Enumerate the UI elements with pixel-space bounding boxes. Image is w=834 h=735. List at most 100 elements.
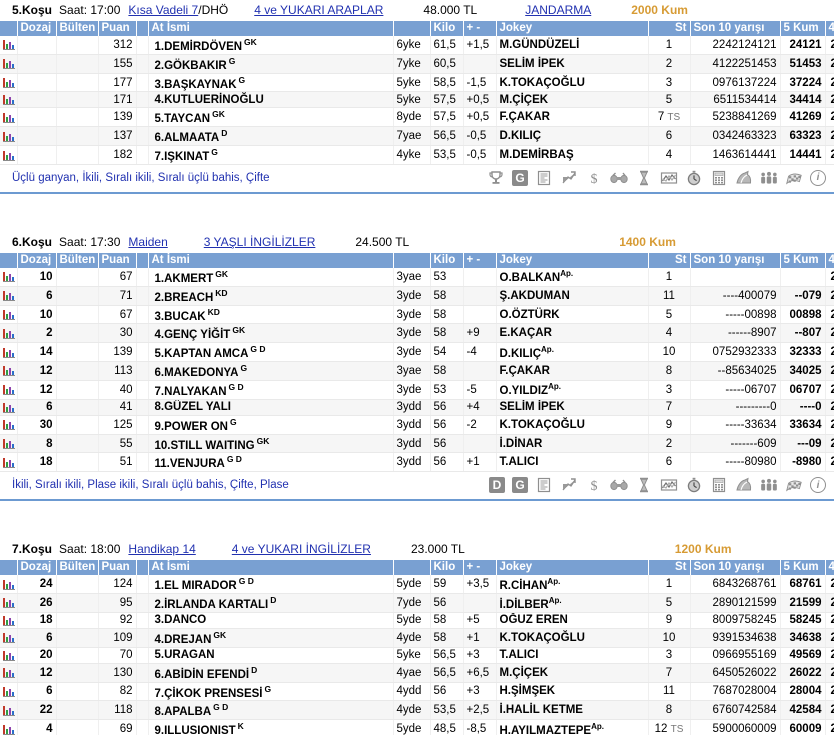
stats-chart-icon[interactable] [0,663,17,682]
cell-horse-name[interactable]: 7.ÇİKOK PRENSESİG [148,682,353,701]
cell-jokey[interactable]: H.ŞİMŞEK [496,682,648,701]
horse-icon[interactable] [735,476,753,494]
race-type-link[interactable]: Handikap 14 [128,542,195,556]
cell-jokey[interactable]: İ.DİNAR [496,434,648,453]
race-category-link[interactable]: 4 ve YUKARI İNGİLİZLER [232,542,371,556]
binoculars-icon[interactable] [610,169,628,187]
table-row[interactable]: 26952.İRLANDA KARTALID7yde56İ.DİLBERAp.5… [0,594,834,613]
hourglass-icon[interactable] [635,169,653,187]
table-row[interactable]: 10671.AKMERTGK3yae53O.BALKANAp.128,6 Ç [0,268,834,286]
cell-jokey[interactable]: M.ÇİÇEK [496,92,648,108]
cell-horse-name[interactable]: 2.GÖKBAKIRG [148,54,353,73]
table-row[interactable]: 1376.ALMAATAD7yae56,5-0,5D.KILIÇ60342463… [0,127,834,146]
col-dozaj[interactable]: Dozaj [17,560,56,575]
cell-horse-name[interactable]: 7.NALYAKANG D [148,380,353,399]
table-row[interactable]: 141395.KAPTAN AMCAG D3yde54-4D.KILIÇAp.1… [0,343,834,362]
cell-horse-name[interactable]: 5.TAYCANGK [148,108,353,127]
results-sheet-icon[interactable] [535,476,553,494]
cell-jokey[interactable]: T.ALICI [496,647,648,663]
g-letter-icon[interactable]: G [512,477,528,493]
cell-horse-name[interactable]: 2.BREACHKD [148,286,353,305]
col-bulten[interactable]: Bülten [56,21,98,36]
cell-horse-name[interactable]: 5.URAGAN [148,647,353,663]
stopwatch-icon[interactable] [685,169,703,187]
cell-jokey[interactable]: M.DEMİRBAŞ [496,146,648,165]
bet-types-text[interactable]: İkili, Sıralı ikili, Plase ikili, Sıralı… [12,479,289,491]
col-5kum[interactable]: 5 Kum [780,21,825,36]
cell-horse-name[interactable]: 11.VENJURAG D [148,453,353,472]
stats-chart-icon[interactable] [0,305,17,324]
stats-chart-icon[interactable] [0,415,17,434]
stats-chart-icon[interactable] [0,720,17,735]
stopwatch-icon[interactable] [685,476,703,494]
g-letter-icon[interactable]: G [512,170,528,186]
cell-horse-name[interactable]: 1.DEMİRDÖVENGK [148,36,353,54]
table-row[interactable]: 6827.ÇİKOK PRENSESİG4ydd56+3H.ŞİMŞEK1176… [0,682,834,701]
col-st[interactable]: St [648,560,690,575]
stats-chart-icon[interactable] [0,434,17,453]
stats-chart-icon[interactable] [0,399,17,415]
table-row[interactable]: 1827.IŞKINATG4yke53,5-0,5M.DEMİRBAŞ41463… [0,146,834,165]
finish-flag-icon[interactable] [785,476,803,494]
cell-jokey[interactable]: D.KILIÇ [496,127,648,146]
d-letter-icon[interactable]: D [489,477,505,493]
col-plusminus[interactable]: + - [463,253,496,268]
col-dozaj[interactable]: Dozaj [17,21,56,36]
col-horse-name[interactable]: At İsmi [148,560,353,575]
cell-horse-name[interactable]: 9.ILLUSIONISTK [148,720,353,735]
trophy-icon[interactable] [487,169,505,187]
cell-jokey[interactable]: H.AYILMAZTEPEAp. [496,720,648,735]
table-row[interactable]: 3121.DEMİRDÖVENGK6yke61,5+1,5M.GÜNDÜZELİ… [0,36,834,54]
table-row[interactable]: 185111.VENJURAG D3ydd56+1T.ALICI6-----80… [0,453,834,472]
stats-chart-icon[interactable] [0,36,17,54]
people-icon[interactable] [760,476,778,494]
table-row[interactable]: 221188.APALBAG D4yde53,5+2,5İ.HALİL KETM… [0,701,834,720]
col-horse-name[interactable]: At İsmi [148,253,353,268]
info-icon[interactable]: i [810,170,826,186]
col-son10[interactable]: Son 10 yarışı [690,21,780,36]
stats-chart-icon[interactable] [0,647,17,663]
table-row[interactable]: 1714.KUTLUERİNOĞLU5yke57,5+0,5M.ÇİÇEK565… [0,92,834,108]
cell-jokey[interactable]: O.BALKANAp. [496,268,648,286]
col-5kum[interactable]: 5 Kum [780,560,825,575]
cell-jokey[interactable]: M.ÇİÇEK [496,663,648,682]
stats-chart-icon[interactable] [0,54,17,73]
cell-horse-name[interactable]: 9.POWER ONG [148,415,353,434]
stats-chart-icon[interactable] [0,701,17,720]
cell-horse-name[interactable]: 6.MAKEDONYAG [148,362,353,381]
table-row[interactable]: 4699.ILLUSIONISTK5yde48,5-8,5H.AYILMAZTE… [0,720,834,735]
cell-horse-name[interactable]: 1.EL MIRADORG D [148,575,353,593]
cell-jokey[interactable]: E.KAÇAR [496,324,648,343]
race-sponsor-link[interactable]: JANDARMA [525,3,591,17]
cell-jokey[interactable]: O.YILDIZAp. [496,380,648,399]
col-son10[interactable]: Son 10 yarışı [690,560,780,575]
chart-line-icon[interactable] [660,169,678,187]
col-puan[interactable]: Puan [98,21,136,36]
stats-chart-icon[interactable] [0,575,17,593]
stats-chart-icon[interactable] [0,380,17,399]
table-row[interactable]: 121136.MAKEDONYAG3yae58F.ÇAKAR8--8563402… [0,362,834,381]
cell-horse-name[interactable]: 6.ABİDİN EFENDİD [148,663,353,682]
bet-types-text[interactable]: Üçlü ganyan, İkili, Sıralı ikili, Sıralı… [12,172,270,184]
cell-horse-name[interactable]: 6.ALMAATAD [148,127,353,146]
col-puan[interactable]: Puan [98,560,136,575]
cell-horse-name[interactable]: 3.DANCO [148,612,353,628]
col-400m[interactable]: 400m G. [825,21,834,36]
cell-horse-name[interactable]: 8.APALBAG D [148,701,353,720]
table-row[interactable]: 85510.STILL WAITINGGK3ydd56İ.DİNAR2-----… [0,434,834,453]
cell-jokey[interactable]: K.TOKAÇOĞLU [496,73,648,92]
table-row[interactable]: 1773.BAŞKAYNAKG5yke58,5-1,5K.TOKAÇOĞLU30… [0,73,834,92]
cell-jokey[interactable]: M.GÜNDÜZELİ [496,36,648,54]
cell-jokey[interactable]: SELİM İPEK [496,399,648,415]
cell-horse-name[interactable]: 8.GÜZEL YALI [148,399,353,415]
horse-icon[interactable] [735,169,753,187]
dollar-icon[interactable]: $ [585,476,603,494]
table-row[interactable]: 241241.EL MIRADORG D5yde59+3,5R.CİHANAp.… [0,575,834,593]
race-type-link[interactable]: Maiden [128,235,167,249]
col-jokey[interactable]: Jokey [496,560,648,575]
table-row[interactable]: 1552.GÖKBAKIRG7yke60,5SELİM İPEK24122251… [0,54,834,73]
cell-horse-name[interactable]: 3.BAŞKAYNAKG [148,73,353,92]
stats-chart-icon[interactable] [0,268,17,286]
cell-jokey[interactable]: D.KILIÇAp. [496,343,648,362]
results-sheet-icon[interactable] [535,169,553,187]
